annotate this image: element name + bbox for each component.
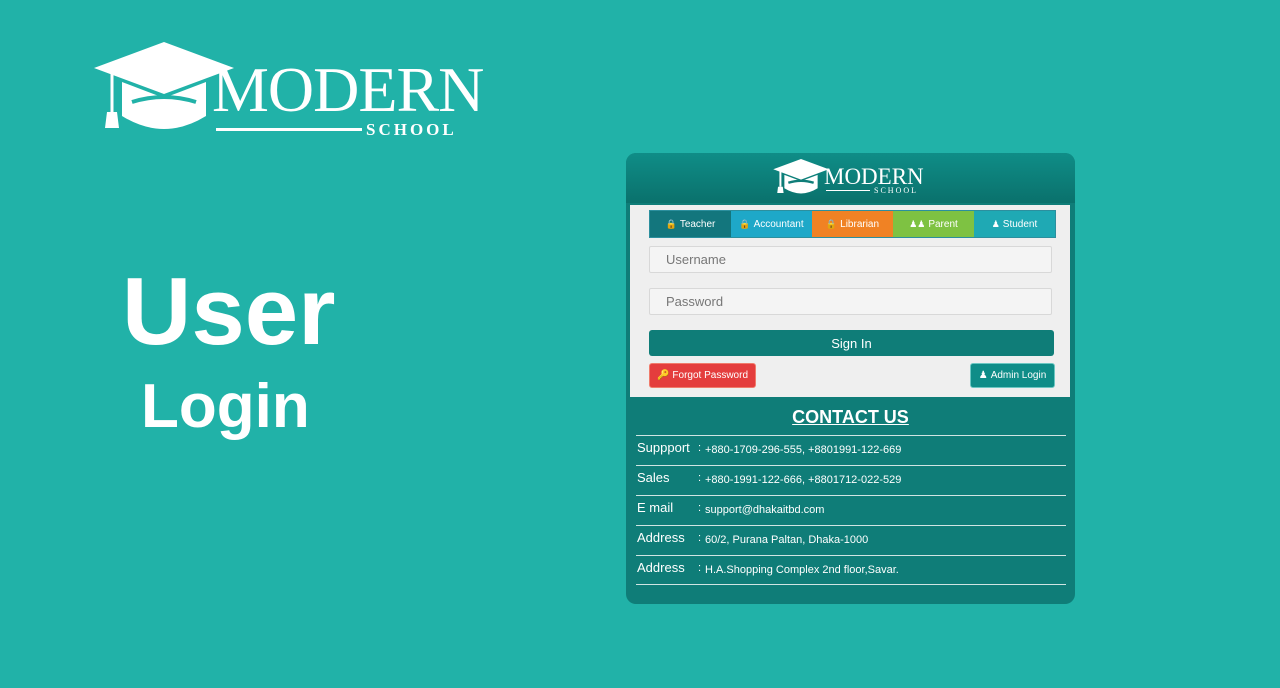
contact-label: Sales bbox=[637, 470, 670, 485]
contact-separator: : bbox=[698, 442, 702, 454]
tab-librarian[interactable]: 🔒 Librarian bbox=[812, 211, 893, 237]
tab-parent[interactable]: ♟♟ Parent bbox=[893, 211, 974, 237]
user-lock-icon: 🔒 bbox=[739, 218, 751, 229]
brand-name: MODERN bbox=[212, 54, 484, 125]
card-brand-rule bbox=[826, 190, 870, 191]
username-input[interactable] bbox=[649, 246, 1052, 273]
brand-sub: SCHOOL bbox=[366, 120, 457, 139]
card-brand-sub: SCHOOL bbox=[874, 186, 919, 195]
contact-label: Address bbox=[637, 530, 685, 545]
user-icon: ♟ bbox=[991, 218, 1000, 229]
page-title-login: Login bbox=[141, 372, 310, 441]
tab-accountant-label: Accountant bbox=[753, 218, 804, 230]
contact-row-support: Suppport : +880-1709-296-555, +8801991-1… bbox=[636, 435, 1066, 464]
contact-separator: : bbox=[698, 502, 702, 514]
users-icon: ♟♟ bbox=[909, 218, 926, 229]
contact-label: E mail bbox=[637, 500, 674, 515]
contact-value: support@dhakaitbd.com bbox=[705, 504, 825, 516]
contact-row-sales: Sales : +880-1991-122-666, +8801712-022-… bbox=[636, 465, 1066, 494]
contact-label: Suppport bbox=[637, 440, 690, 455]
tab-teacher[interactable]: 🔒 Teacher bbox=[650, 211, 731, 237]
login-form: 🔒 Teacher 🔒 Accountant 🔒 Librarian ♟♟ Pa… bbox=[630, 205, 1070, 397]
tab-parent-label: Parent bbox=[928, 218, 958, 230]
forgot-password-button[interactable]: 🔑 Forgot Password bbox=[649, 363, 756, 388]
graduation-cap-icon bbox=[773, 159, 829, 194]
tab-librarian-label: Librarian bbox=[840, 218, 880, 230]
admin-login-button[interactable]: ♟ Admin Login bbox=[970, 363, 1055, 388]
contact-row-address-2: Address : H.A.Shopping Complex 2nd floor… bbox=[636, 555, 1066, 585]
contact-list: Suppport : +880-1709-296-555, +8801991-1… bbox=[636, 435, 1066, 586]
brand-rule bbox=[216, 128, 362, 131]
user-icon: ♟ bbox=[978, 370, 988, 381]
forgot-password-label: Forgot Password bbox=[672, 370, 749, 381]
password-input[interactable] bbox=[649, 288, 1052, 315]
sign-in-button[interactable]: Sign In bbox=[649, 330, 1054, 356]
tab-accountant[interactable]: 🔒 Accountant bbox=[731, 211, 812, 237]
page-title-user: User bbox=[122, 258, 336, 365]
contact-separator: : bbox=[698, 472, 702, 484]
tab-student[interactable]: ♟ Student bbox=[974, 211, 1055, 237]
contact-label: Address bbox=[637, 560, 685, 575]
role-tabs: 🔒 Teacher 🔒 Accountant 🔒 Librarian ♟♟ Pa… bbox=[649, 210, 1056, 238]
contact-row-email: E mail : support@dhakaitbd.com bbox=[636, 495, 1066, 524]
brand-logo: MODERN SCHOOL bbox=[94, 42, 484, 142]
contact-value: +880-1991-122-666, +8801712-022-529 bbox=[705, 474, 902, 486]
contact-separator: : bbox=[698, 532, 702, 544]
user-lock-icon: 🔒 bbox=[825, 218, 838, 229]
contact-value: +880-1709-296-555, +8801991-122-669 bbox=[705, 444, 902, 456]
contact-separator: : bbox=[698, 562, 702, 574]
contact-value: 60/2, Purana Paltan, Dhaka-1000 bbox=[705, 534, 869, 546]
card-header: MODERN SCHOOL bbox=[626, 153, 1075, 203]
contact-title: CONTACT US bbox=[792, 407, 909, 427]
key-icon: 🔑 bbox=[656, 370, 670, 381]
tab-student-label: Student bbox=[1002, 218, 1038, 230]
login-card: MODERN SCHOOL 🔒 Teacher 🔒 Accountant 🔒 L… bbox=[626, 153, 1075, 604]
admin-login-label: Admin Login bbox=[990, 370, 1047, 381]
user-lock-icon: 🔒 bbox=[665, 218, 677, 229]
contact-value: H.A.Shopping Complex 2nd floor,Savar. bbox=[705, 564, 899, 576]
contact-row-address-1: Address : 60/2, Purana Paltan, Dhaka-100… bbox=[636, 525, 1066, 554]
tab-teacher-label: Teacher bbox=[679, 218, 716, 230]
